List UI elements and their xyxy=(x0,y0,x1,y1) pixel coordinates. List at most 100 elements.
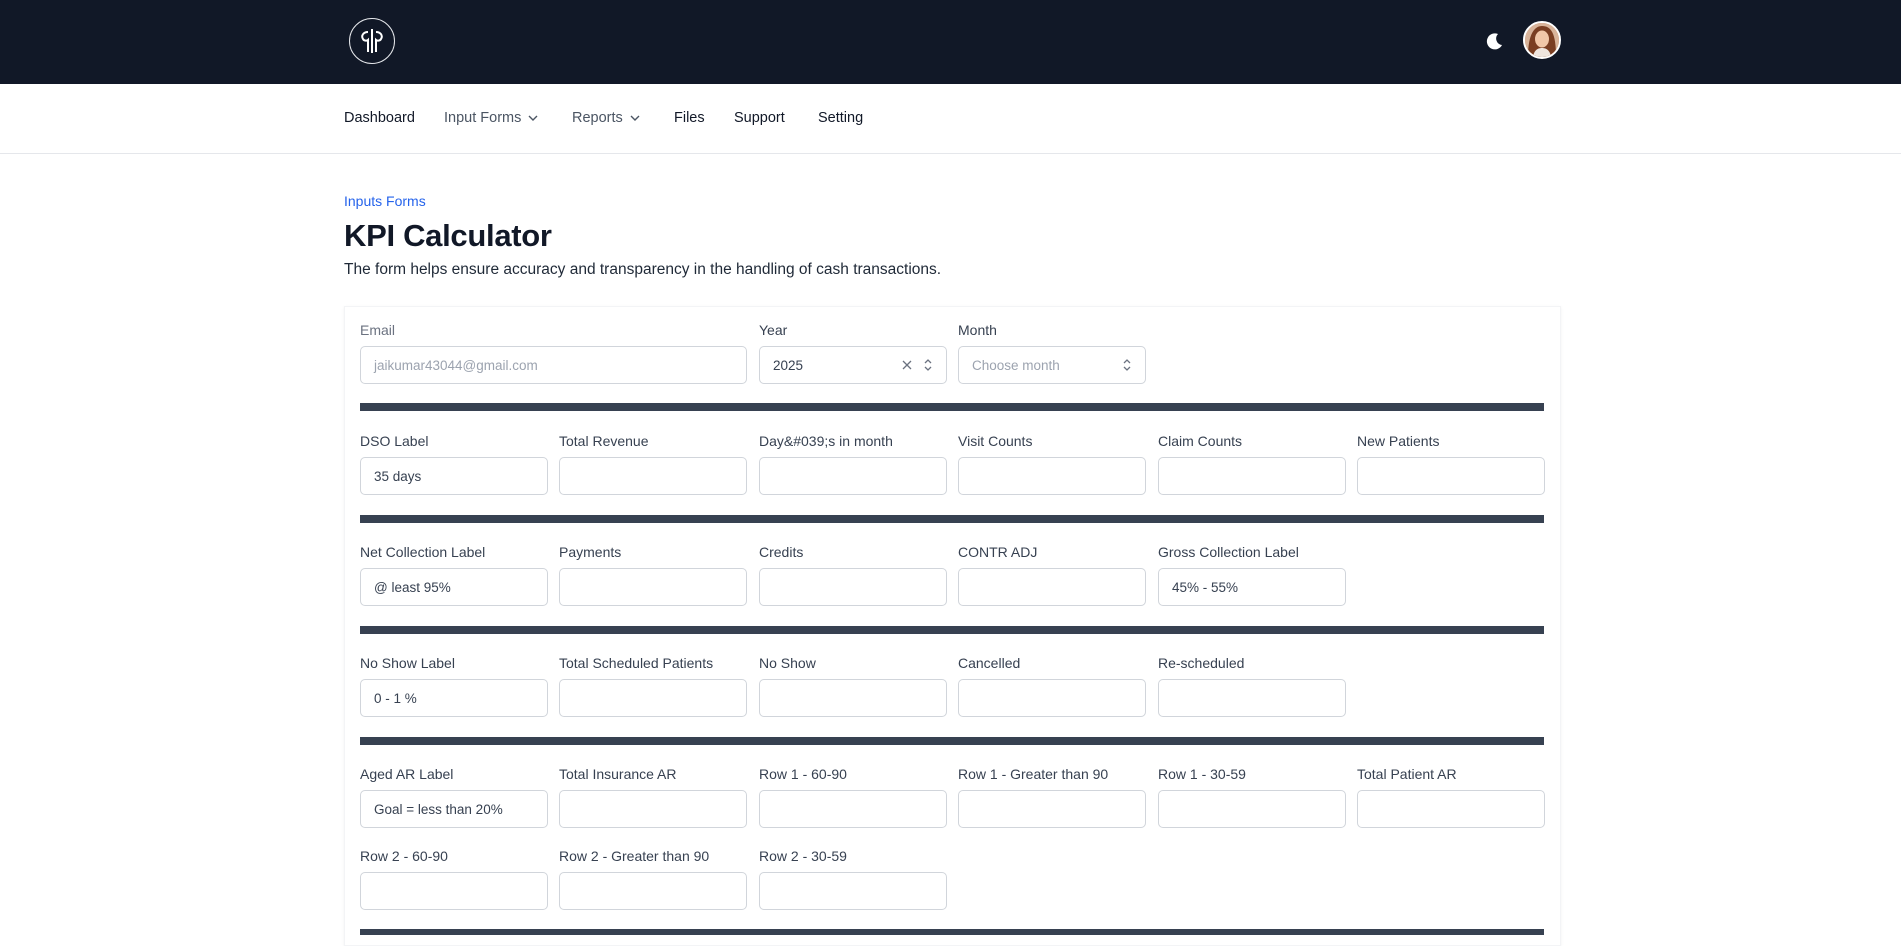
top-bar xyxy=(0,0,1901,84)
gross-collection-label: Gross Collection Label xyxy=(1158,544,1299,560)
row2-30-59-field: Row 2 - 30-59 xyxy=(759,848,947,910)
row2-30-59-label: Row 2 - 30-59 xyxy=(759,848,847,864)
avatar[interactable] xyxy=(1523,21,1561,59)
contr-adj-field: CONTR ADJ xyxy=(958,544,1146,606)
total-scheduled-label: Total Scheduled Patients xyxy=(559,655,714,671)
aged-ar-input[interactable]: Goal = less than 20% xyxy=(360,790,548,828)
net-collection-field: Net Collection Label @ least 95% xyxy=(360,544,548,606)
section-divider xyxy=(360,403,1544,411)
nav-reports[interactable]: Reports xyxy=(572,110,641,126)
row1-gt-90-field: Row 1 - Greater than 90 xyxy=(958,766,1146,828)
dso-value: 35 days xyxy=(374,468,422,484)
no-show-input[interactable] xyxy=(759,679,947,717)
row2-60-90-input[interactable] xyxy=(360,872,548,910)
email-label: Email xyxy=(360,322,396,338)
dso-label: DSO Label xyxy=(360,433,429,449)
gross-collection-input[interactable]: 45% - 55% xyxy=(1158,568,1346,606)
row1-60-90-field: Row 1 - 60-90 xyxy=(759,766,947,828)
days-in-month-label: Day&#039;s in month xyxy=(759,433,893,449)
total-patient-ar-label: Total Patient AR xyxy=(1357,766,1457,782)
row1-30-59-input[interactable] xyxy=(1158,790,1346,828)
gross-collection-value: 45% - 55% xyxy=(1172,579,1239,595)
total-insurance-ar-label: Total Insurance AR xyxy=(559,766,677,782)
dso-input[interactable]: 35 days xyxy=(360,457,548,495)
row2-30-59-input[interactable] xyxy=(759,872,947,910)
email-input[interactable]: jaikumar43044@gmail.com xyxy=(360,346,747,384)
contr-adj-input[interactable] xyxy=(958,568,1146,606)
nav-input-forms-label: Input Forms xyxy=(444,110,522,126)
nav-files[interactable]: Files xyxy=(674,110,705,126)
aged-ar-label: Aged AR Label xyxy=(360,766,454,782)
new-patients-input[interactable] xyxy=(1357,457,1545,495)
row2-gt-90-label: Row 2 - Greater than 90 xyxy=(559,848,710,864)
total-patient-ar-field: Total Patient AR xyxy=(1357,766,1545,828)
year-select[interactable]: 2025 xyxy=(759,346,947,384)
rescheduled-label: Re-scheduled xyxy=(1158,655,1245,671)
nav-setting[interactable]: Setting xyxy=(818,110,863,126)
email-value: jaikumar43044@gmail.com xyxy=(374,357,538,373)
credits-field: Credits xyxy=(759,544,947,606)
credits-input[interactable] xyxy=(759,568,947,606)
nav-dashboard[interactable]: Dashboard xyxy=(344,110,415,126)
chevron-down-icon xyxy=(630,115,640,121)
email-field: Email jaikumar43044@gmail.com xyxy=(360,322,747,384)
total-patient-ar-input[interactable] xyxy=(1357,790,1545,828)
page-description: The form helps ensure accuracy and trans… xyxy=(344,261,942,278)
section-divider xyxy=(360,515,1544,523)
section-divider xyxy=(360,626,1544,634)
total-scheduled-field: Total Scheduled Patients xyxy=(559,655,747,717)
nav-support-label: Support xyxy=(734,110,785,126)
no-show-label-field: No Show Label 0 - 1 % xyxy=(360,655,548,717)
payments-field: Payments xyxy=(559,544,747,606)
no-show-label-input[interactable]: 0 - 1 % xyxy=(360,679,548,717)
main-nav: Dashboard Input Forms Reports Files Supp… xyxy=(0,84,1901,154)
payments-label: Payments xyxy=(559,544,622,560)
section-divider xyxy=(360,737,1544,745)
visit-counts-field: Visit Counts xyxy=(958,433,1146,495)
row1-gt-90-label: Row 1 - Greater than 90 xyxy=(958,766,1109,782)
total-scheduled-input[interactable] xyxy=(559,679,747,717)
page-title: KPI Calculator xyxy=(344,218,552,253)
total-revenue-field: Total Revenue xyxy=(559,433,747,495)
chevron-down-icon xyxy=(528,115,538,121)
visit-counts-input[interactable] xyxy=(958,457,1146,495)
payments-input[interactable] xyxy=(559,568,747,606)
nav-dashboard-label: Dashboard xyxy=(344,110,415,126)
month-placeholder: Choose month xyxy=(972,357,1060,373)
claim-counts-label: Claim Counts xyxy=(1158,433,1243,449)
total-insurance-ar-input[interactable] xyxy=(559,790,747,828)
visit-counts-label: Visit Counts xyxy=(958,433,1033,449)
claim-counts-input[interactable] xyxy=(1158,457,1346,495)
row1-60-90-label: Row 1 - 60-90 xyxy=(759,766,847,782)
rescheduled-input[interactable] xyxy=(1158,679,1346,717)
aged-ar-field: Aged AR Label Goal = less than 20% xyxy=(360,766,548,828)
month-select[interactable]: Choose month xyxy=(958,346,1146,384)
row2-60-90-label: Row 2 - 60-90 xyxy=(360,848,448,864)
nav-setting-label: Setting xyxy=(818,110,864,126)
nav-input-forms[interactable]: Input Forms xyxy=(444,110,539,126)
row1-60-90-input[interactable] xyxy=(759,790,947,828)
days-in-month-input[interactable] xyxy=(759,457,947,495)
close-icon[interactable] xyxy=(901,359,913,371)
claim-counts-field: Claim Counts xyxy=(1158,433,1346,495)
net-collection-value: @ least 95% xyxy=(374,579,451,595)
row1-30-59-field: Row 1 - 30-59 xyxy=(1158,766,1346,828)
breadcrumb[interactable]: Inputs Forms xyxy=(344,193,941,209)
row1-gt-90-input[interactable] xyxy=(958,790,1146,828)
contr-adj-label: CONTR ADJ xyxy=(958,544,1038,560)
cancelled-field: Cancelled xyxy=(958,655,1146,717)
cancelled-input[interactable] xyxy=(958,679,1146,717)
logo-icon[interactable] xyxy=(349,18,395,64)
row2-60-90-field: Row 2 - 60-90 xyxy=(360,848,548,910)
total-revenue-input[interactable] xyxy=(559,457,747,495)
section-divider xyxy=(360,929,1544,935)
no-show-field: No Show xyxy=(759,655,947,717)
row2-gt-90-input[interactable] xyxy=(559,872,747,910)
rescheduled-field: Re-scheduled xyxy=(1158,655,1346,717)
moon-icon[interactable] xyxy=(1484,30,1506,52)
nav-support[interactable]: Support xyxy=(734,110,785,126)
total-revenue-label: Total Revenue xyxy=(559,433,649,449)
gross-collection-field: Gross Collection Label 45% - 55% xyxy=(1158,544,1346,606)
total-insurance-ar-field: Total Insurance AR xyxy=(559,766,747,828)
net-collection-input[interactable]: @ least 95% xyxy=(360,568,548,606)
